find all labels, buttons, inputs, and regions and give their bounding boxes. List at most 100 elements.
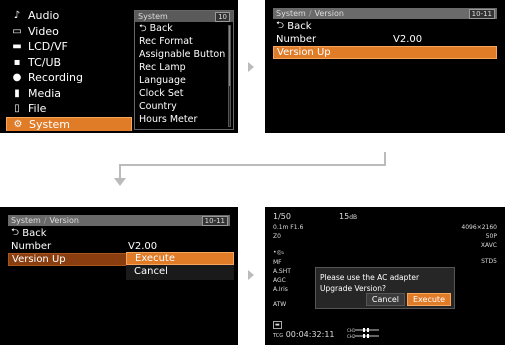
cancel-button[interactable]: Cancel	[365, 293, 405, 306]
submenu-label: Back	[149, 23, 173, 34]
menu-item-video[interactable]: ▭ Video	[6, 24, 132, 40]
title-parent: System	[276, 9, 306, 18]
back-item[interactable]: ⮌ Back	[8, 227, 230, 240]
white-balance: ATW	[273, 301, 287, 308]
gain-unit: dB	[349, 214, 358, 221]
page-indicator: 10-11	[201, 216, 228, 226]
menu-item-file[interactable]: ▯ File	[6, 101, 132, 117]
page-indicator: 10	[215, 11, 230, 22]
execute-option[interactable]: Execute	[126, 252, 234, 265]
version-up-label: Version Up	[12, 254, 66, 265]
menu-screen-system: ♪ Audio ▭ Video ▬ LCD/VF ▪ TC/UB ● Recording …	[0, 0, 238, 133]
scrollbar[interactable]	[228, 25, 231, 127]
codec-readout: XAVC	[480, 242, 497, 249]
gain-value: 15	[339, 212, 350, 221]
number-row: Number V2.00	[273, 33, 497, 46]
cancel-option[interactable]: Cancel	[126, 265, 234, 278]
submenu-clock-set[interactable]: Clock Set	[135, 87, 233, 100]
version-screen: System / Version 10-11 ⮌ Back Number V2.0…	[265, 0, 505, 133]
submenu-rec-lamp[interactable]: Rec Lamp	[135, 61, 233, 74]
back-item[interactable]: ⮌ Back	[273, 20, 497, 33]
back-label: Back	[287, 21, 312, 32]
audio-meter	[355, 328, 379, 338]
lcd-icon: ▬	[12, 41, 22, 53]
arrow-right-icon	[248, 62, 254, 72]
menu-item-lcd-vf[interactable]: ▬ LCD/VF	[6, 39, 132, 55]
iris-readout: 0.1m F1.6	[273, 224, 304, 231]
recording-icon: ●	[12, 72, 22, 84]
timecode-icon: ▪	[13, 56, 21, 68]
number-value: V2.00	[128, 241, 158, 252]
music-note-icon: ♪	[13, 10, 21, 22]
resolution-readout: 4096×2160	[461, 224, 497, 231]
execute-popup: Execute Cancel	[126, 252, 234, 280]
flow-connector	[114, 152, 386, 186]
timecode-value: 00:04:32:11	[285, 330, 335, 339]
number-value: V2.00	[393, 34, 423, 45]
menu-item-audio[interactable]: ♪ Audio	[6, 8, 132, 24]
framerate-readout: 50P	[485, 233, 497, 240]
media-icon: ▮	[14, 87, 20, 99]
menu-item-label: System	[29, 117, 71, 131]
viewfinder-screen: 1/50 15dB 0.1m F1.6 Z0 •◎₁ MF A.SHT AGC …	[265, 207, 505, 345]
scroll-thumb[interactable]	[229, 26, 230, 86]
menu-item-label: Audio	[28, 9, 60, 23]
agc-indicator: AGC	[273, 277, 286, 284]
system-submenu: System 10 ⮌ Back Rec Format Assignable B…	[134, 10, 234, 130]
execute-button[interactable]: Execute	[407, 293, 451, 306]
title-current: Version	[314, 9, 344, 18]
menu-item-tc-ub[interactable]: ▪ TC/UB	[6, 55, 132, 71]
video-icon: ▭	[12, 25, 22, 37]
version-list: ⮌ Back Number V2.00 Version Up	[273, 20, 497, 59]
submenu-hours-meter[interactable]: Hours Meter	[135, 113, 233, 126]
version-up-item[interactable]: Version Up	[273, 46, 497, 59]
arrow-right-icon	[248, 270, 254, 280]
title-current: Version	[49, 216, 79, 225]
number-label: Number	[11, 241, 52, 252]
submenu-header: System 10	[135, 11, 233, 22]
shutter-readout: 1/50	[273, 212, 291, 221]
menu-item-label: Video	[28, 24, 59, 38]
dialog-message: Please use the AC adapter Upgrade Versio…	[316, 268, 454, 294]
title-separator: /	[43, 216, 47, 225]
submenu-rec-format[interactable]: Rec Format	[135, 35, 233, 48]
back-label: Back	[22, 228, 47, 239]
dialog-line-1: Please use the AC adapter	[320, 273, 420, 282]
version-popup-screen: System / Version 10-11 ⮌ Back Number V2.0…	[0, 207, 238, 345]
gain-readout: 15dB	[339, 212, 357, 221]
battery-icon: ▬	[273, 321, 282, 329]
timecode-display: TCG 00:04:32:11	[273, 330, 335, 339]
submenu-language[interactable]: Language	[135, 74, 233, 87]
version-up-label: Version Up	[277, 47, 331, 58]
number-label: Number	[276, 34, 317, 45]
auto-iris: A.Iris	[273, 286, 288, 293]
menu-item-label: TC/UB	[28, 55, 62, 69]
menu-item-recording[interactable]: ● Recording	[6, 70, 132, 86]
submenu-country[interactable]: Country	[135, 100, 233, 113]
zoom-readout: Z0	[273, 233, 281, 240]
back-icon: ⮌	[139, 22, 150, 34]
title-bar: System / Version 10-11	[8, 215, 230, 226]
picture-profile: STD5	[481, 258, 497, 265]
file-icon: ▯	[14, 103, 20, 115]
wrench-icon: ⚙	[13, 118, 23, 130]
menu-item-media[interactable]: ▮ Media	[6, 86, 132, 102]
dialog-buttons: Cancel Execute	[365, 293, 451, 306]
title-bar: System / Version 10-11	[273, 8, 497, 19]
nd-icon: •◎₁	[273, 249, 285, 256]
menu-item-label: LCD/VF	[28, 40, 68, 54]
page-indicator: 10-11	[468, 9, 495, 19]
auto-shutter: A.SHT	[273, 268, 291, 275]
main-menu: ♪ Audio ▭ Video ▬ LCD/VF ▪ TC/UB ● Recording …	[6, 8, 132, 131]
focus-mode: MF	[273, 259, 282, 266]
menu-item-label: Recording	[28, 71, 84, 85]
timecode-prefix: TCG	[273, 333, 284, 339]
submenu-assignable-button[interactable]: Assignable Button	[135, 48, 233, 61]
menu-item-label: Media	[28, 86, 62, 100]
menu-item-system[interactable]: ⚙ System	[6, 116, 132, 131]
title-parent: System	[11, 216, 41, 225]
submenu-back[interactable]: ⮌ Back	[135, 22, 233, 35]
menu-item-label: File	[28, 102, 47, 116]
upgrade-dialog: Please use the AC adapter Upgrade Versio…	[315, 267, 455, 309]
title-separator: /	[308, 9, 312, 18]
